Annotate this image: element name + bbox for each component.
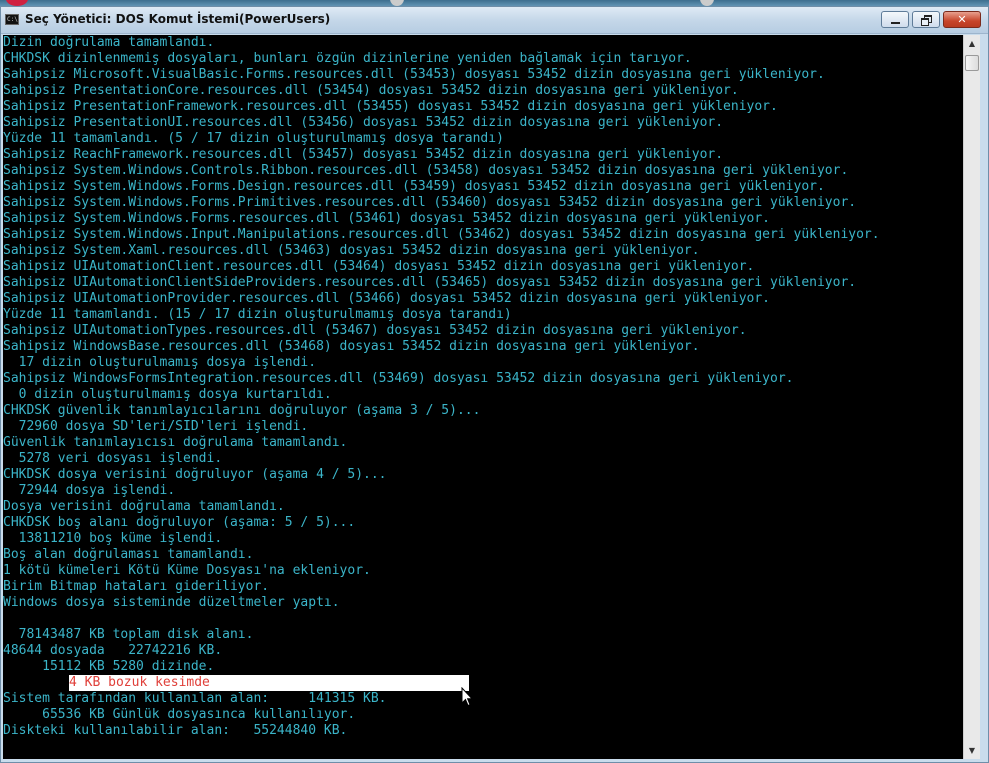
restore-button[interactable]: [912, 11, 940, 28]
console-line: 48644 dosyada 22742216 KB.: [3, 643, 223, 658]
console-window: C:\ Seç Yönetici: DOS Komut İstemi(Power…: [0, 6, 989, 763]
console-line: Yüzde 11 tamamlandı. (15 / 17 dizin oluş…: [3, 307, 512, 322]
arrow-up-icon: ▲: [968, 39, 976, 48]
title-bar[interactable]: C:\ Seç Yönetici: DOS Komut İstemi(Power…: [1, 7, 988, 34]
console-line: Sahipsiz ReachFramework.resources.dll (5…: [3, 147, 724, 162]
console-line: CHKDSK dosya verisini doğruluyor (aşama …: [3, 467, 387, 482]
console-line: 13811210 boş küme işlendi.: [3, 531, 223, 546]
console-line: Sahipsiz System.Windows.Forms.Design.res…: [3, 179, 825, 194]
console-line: Sistem tarafından kullanılan alan: 14131…: [3, 691, 387, 706]
restore-icon: [920, 15, 932, 26]
console-line: 15112 KB 5280 dizinde.: [3, 659, 215, 674]
console-line: Sahipsiz System.Xaml.resources.dll (5346…: [3, 243, 700, 258]
console-line: Sahipsiz Microsoft.VisualBasic.Forms.res…: [3, 67, 825, 82]
console-line: 65536 KB Günlük dosyasınca kullanılıyor.: [3, 707, 356, 722]
console-line: Yüzde 11 tamamlandı. (5 / 17 dizin oluşt…: [3, 131, 504, 146]
console-line: 1 kötü kümeleri Kötü Küme Dosyası'na ekl…: [3, 563, 371, 578]
console-line: Sahipsiz WindowsBase.resources.dll (5346…: [3, 339, 700, 354]
console-line: 72944 dosya işlendi.: [3, 483, 176, 498]
console-line: 17 dizin oluşturulmamış dosya işlendi.: [3, 355, 317, 370]
console-line: CHKDSK güvenlik tanımlayıcılarını doğrul…: [3, 403, 481, 418]
minimize-button[interactable]: [881, 11, 909, 28]
console-line: 5278 veri dosyası işlendi.: [3, 451, 223, 466]
console-lines: Dizin doğrulama tamamlandı. CHKDSK dizinl…: [3, 35, 880, 739]
console-line: Sahipsiz UIAutomationClientSideProviders…: [3, 275, 857, 290]
console-line: Güvenlik tanımlayıcısı doğrulama tamamla…: [3, 435, 348, 450]
console-line: Diskteki kullanılabilir alan: 55244840 K…: [3, 723, 348, 738]
scroll-up-button[interactable]: ▲: [964, 35, 980, 52]
close-button[interactable]: ✕: [943, 11, 981, 28]
console-line: Sahipsiz PresentationFramework.resources…: [3, 99, 778, 114]
console-line: Sahipsiz System.Windows.Input.Manipulati…: [3, 227, 880, 242]
mouse-pointer-icon: [461, 687, 473, 707]
console-line: Boş alan doğrulaması tamamlandı.: [3, 547, 254, 562]
console-line: 0 dizin oluşturulmamış dosya kurtarıldı.: [3, 387, 332, 402]
console-line: Birim Bitmap hataları gideriliyor.: [3, 579, 270, 594]
console-line: Sahipsiz UIAutomationProvider.resources.…: [3, 291, 771, 306]
console-line: Sahipsiz System.Windows.Forms.resources.…: [3, 211, 771, 226]
highlighted-console-line: 4 KB bozuk kesimde: [69, 675, 469, 691]
console-line: Sahipsiz PresentationCore.resources.dll …: [3, 83, 739, 98]
console-line: CHKDSK dizinlenmemiş dosyaları, bunları …: [3, 51, 692, 66]
console-line: Sahipsiz WindowsFormsIntegration.resourc…: [3, 371, 794, 386]
console-line: 72960 dosya SD'leri/SID'leri işlendi.: [3, 419, 309, 434]
console-line: Sahipsiz System.Windows.Forms.Primitives…: [3, 195, 857, 210]
console-output[interactable]: Dizin doğrulama tamamlandı. CHKDSK dizinl…: [3, 35, 963, 759]
minimize-icon: [890, 21, 900, 24]
console-line: Windows dosya sisteminde düzeltmeler yap…: [3, 595, 340, 610]
scroll-thumb[interactable]: [965, 55, 979, 71]
console-line: Sahipsiz UIAutomationClient.resources.dl…: [3, 259, 755, 274]
arrow-down-icon: ▼: [968, 746, 976, 755]
console-line: Dizin doğrulama tamamlandı.: [3, 35, 215, 50]
console-line: Dosya verisini doğrulama tamamlandı.: [3, 499, 285, 514]
console-line: Sahipsiz PresentationUI.resources.dll (5…: [3, 115, 724, 130]
close-icon: ✕: [957, 13, 967, 26]
window-title: Seç Yönetici: DOS Komut İstemi(PowerUser…: [25, 12, 331, 26]
cmd-app-icon: C:\: [5, 14, 19, 25]
console-line: CHKDSK boş alanı doğruluyor (aşama: 5 / …: [3, 515, 356, 530]
scroll-down-button[interactable]: ▼: [964, 742, 980, 759]
console-line: Sahipsiz UIAutomationTypes.resources.dll…: [3, 323, 747, 338]
vertical-scrollbar[interactable]: ▲ ▼: [963, 35, 980, 759]
console-line: 78143487 KB toplam disk alanı.: [3, 627, 254, 642]
console-line: Sahipsiz System.Windows.Controls.Ribbon.…: [3, 163, 849, 178]
